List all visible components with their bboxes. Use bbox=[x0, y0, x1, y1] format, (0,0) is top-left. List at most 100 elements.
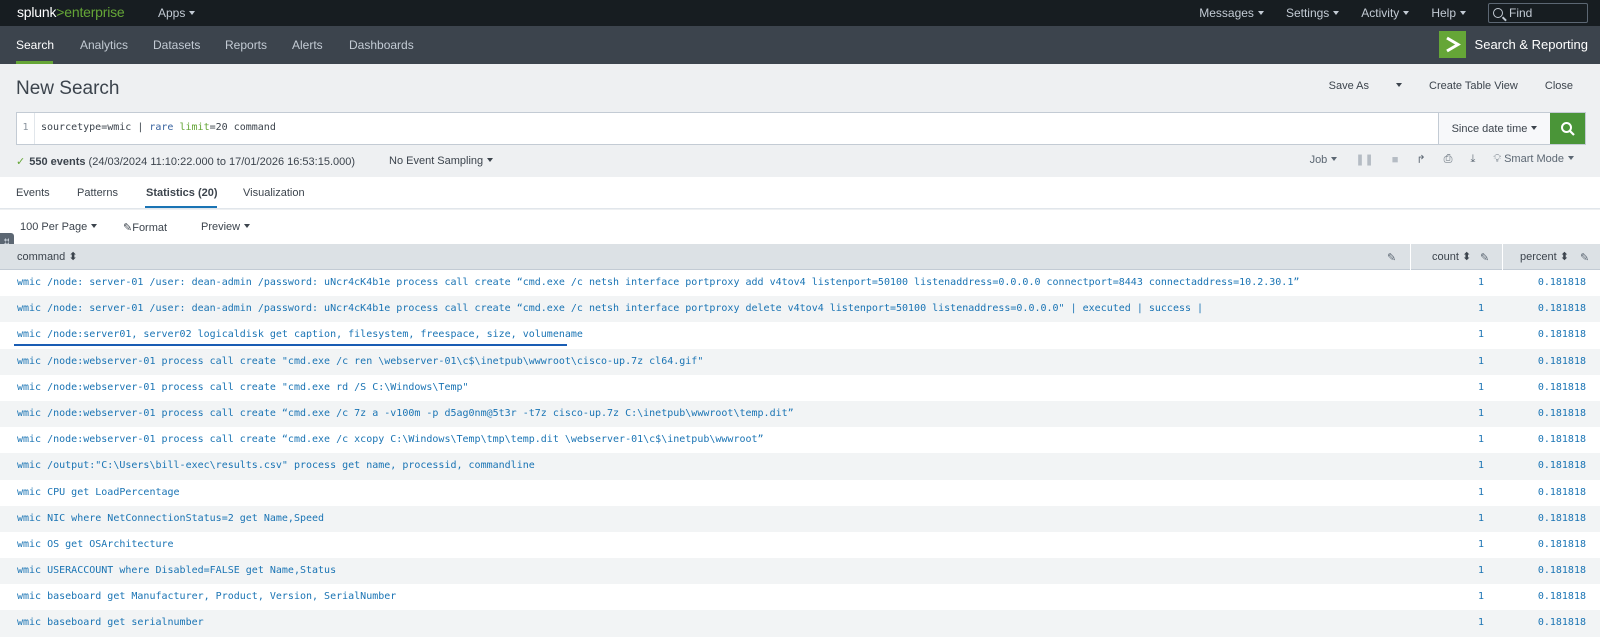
count-cell[interactable]: 1 bbox=[1478, 303, 1484, 314]
nav-alerts[interactable]: Alerts bbox=[292, 38, 323, 52]
percent-cell[interactable]: 0.181818 bbox=[1538, 487, 1586, 498]
search-button[interactable] bbox=[1550, 113, 1585, 144]
search-status: ✓ 550 events (24/03/2024 11:10:22.000 to … bbox=[16, 155, 355, 168]
find-input[interactable]: Find bbox=[1488, 3, 1588, 23]
command-cell[interactable]: wmic /node:webserver-01 process call cre… bbox=[17, 408, 794, 419]
command-cell[interactable]: wmic baseboard get Manufacturer, Product… bbox=[17, 591, 396, 602]
tab-events[interactable]: Events bbox=[16, 187, 50, 199]
percent-cell[interactable]: 0.181818 bbox=[1538, 434, 1586, 445]
logo-product: enterprise bbox=[64, 4, 125, 20]
percent-cell[interactable]: 0.181818 bbox=[1538, 382, 1586, 393]
table-row: wmic baseboard get Manufacturer, Product… bbox=[0, 584, 1600, 611]
percent-cell[interactable]: 0.181818 bbox=[1538, 303, 1586, 314]
percent-cell[interactable]: 0.181818 bbox=[1538, 617, 1586, 628]
statistics-table: command ⬍ ✎ count ⬍ ✎ percent ⬍ ✎ wmic /… bbox=[0, 244, 1600, 637]
command-cell[interactable]: wmic OS get OSArchitecture bbox=[17, 539, 174, 550]
count-cell[interactable]: 1 bbox=[1478, 329, 1484, 340]
count-cell[interactable]: 1 bbox=[1478, 382, 1484, 393]
percent-cell[interactable]: 0.181818 bbox=[1538, 356, 1586, 367]
percent-cell[interactable]: 0.181818 bbox=[1538, 591, 1586, 602]
column-divider bbox=[1502, 244, 1503, 270]
nav-search[interactable]: Search bbox=[16, 38, 54, 52]
command-cell[interactable]: wmic /output:"C:\Users\bill-exec\results… bbox=[17, 460, 535, 471]
per-page-dropdown[interactable]: 100 Per Page bbox=[20, 221, 98, 233]
format-button[interactable]: ✎Format bbox=[123, 221, 167, 234]
edit-column-icon[interactable]: ✎ bbox=[1580, 251, 1589, 264]
command-cell[interactable]: wmic /node:webserver-01 process call cre… bbox=[17, 434, 764, 445]
sort-icon: ⬍ bbox=[1461, 251, 1472, 263]
percent-cell[interactable]: 0.181818 bbox=[1538, 513, 1586, 524]
command-cell[interactable]: wmic CPU get LoadPercentage bbox=[17, 487, 180, 498]
close-button[interactable]: Close bbox=[1545, 80, 1573, 92]
count-cell[interactable]: 1 bbox=[1478, 356, 1484, 367]
chevron-down-icon bbox=[1403, 10, 1410, 15]
share-icon[interactable]: ↱ bbox=[1416, 153, 1425, 166]
save-as-button[interactable]: Save As bbox=[1302, 80, 1402, 92]
command-cell[interactable]: wmic baseboard get serialnumber bbox=[17, 617, 204, 628]
edit-column-icon[interactable]: ✎ bbox=[1387, 251, 1396, 264]
count-cell[interactable]: 1 bbox=[1478, 434, 1484, 445]
command-cell[interactable]: wmic /node: server-01 /user: dean-admin … bbox=[17, 277, 1299, 288]
command-cell[interactable]: wmic USERACCOUNT where Disabled=FALSE ge… bbox=[17, 565, 336, 576]
command-cell[interactable]: wmic /node:webserver-01 process call cre… bbox=[17, 382, 469, 393]
count-cell[interactable]: 1 bbox=[1478, 460, 1484, 471]
count-cell[interactable]: 1 bbox=[1478, 565, 1484, 576]
stop-icon[interactable]: ■ bbox=[1392, 154, 1399, 166]
print-icon[interactable]: ⎙ bbox=[1444, 153, 1453, 166]
pause-icon[interactable]: ❚❚ bbox=[1355, 153, 1373, 166]
app-title[interactable]: Search & Reporting bbox=[1438, 31, 1588, 58]
chevron-down-icon bbox=[1460, 10, 1466, 15]
column-header-percent[interactable]: percent ⬍ bbox=[1520, 250, 1569, 263]
count-header-label: count bbox=[1432, 251, 1459, 263]
format-label: Format bbox=[132, 222, 168, 234]
tab-patterns[interactable]: Patterns bbox=[77, 187, 118, 199]
activity-menu[interactable]: Activity bbox=[1361, 6, 1410, 20]
nav-dashboards[interactable]: Dashboards bbox=[349, 38, 414, 52]
count-cell[interactable]: 1 bbox=[1478, 277, 1484, 288]
messages-menu[interactable]: Messages bbox=[1199, 6, 1264, 20]
chevron-down-icon bbox=[1333, 10, 1340, 15]
help-menu[interactable]: Help bbox=[1431, 6, 1466, 20]
job-menu[interactable]: Job bbox=[1310, 154, 1338, 166]
edit-column-icon[interactable]: ✎ bbox=[1480, 251, 1489, 264]
command-cell[interactable]: wmic NIC where NetConnectionStatus=2 get… bbox=[17, 513, 324, 524]
column-header-count[interactable]: count ⬍ bbox=[1432, 250, 1471, 263]
nav-analytics[interactable]: Analytics bbox=[80, 38, 128, 52]
table-row: wmic /node:webserver-01 process call cre… bbox=[0, 374, 1600, 401]
column-header-command[interactable]: command ⬍ bbox=[17, 250, 78, 263]
percent-cell[interactable]: 0.181818 bbox=[1538, 329, 1586, 340]
query-command: rare bbox=[149, 122, 174, 133]
smart-mode-dropdown[interactable]: 💡︎ Smart Mode bbox=[1493, 153, 1574, 166]
event-sampling-dropdown[interactable]: No Event Sampling bbox=[389, 155, 494, 167]
chevron-down-icon bbox=[1531, 125, 1538, 130]
export-icon[interactable]: ⤓ bbox=[1470, 153, 1475, 166]
create-table-view-button[interactable]: Create Table View bbox=[1429, 80, 1518, 92]
percent-cell[interactable]: 0.181818 bbox=[1538, 539, 1586, 550]
query-text: sourcetype=wmic | bbox=[41, 122, 150, 133]
preview-dropdown[interactable]: Preview bbox=[201, 221, 251, 233]
nav-datasets[interactable]: Datasets bbox=[153, 38, 200, 52]
percent-cell[interactable]: 0.181818 bbox=[1538, 408, 1586, 419]
nav-reports[interactable]: Reports bbox=[225, 38, 267, 52]
app-nav-bar: Search Analytics Datasets Reports Alerts… bbox=[0, 26, 1600, 64]
apps-menu[interactable]: Apps bbox=[158, 6, 196, 20]
tab-statistics[interactable]: Statistics (20) bbox=[146, 187, 218, 199]
command-cell[interactable]: wmic /node:server01, server02 logicaldis… bbox=[17, 329, 583, 340]
command-cell[interactable]: wmic /node: server-01 /user: dean-admin … bbox=[17, 303, 1203, 314]
search-input[interactable]: sourcetype=wmic | rare limit=20 command bbox=[35, 113, 1438, 144]
percent-cell[interactable]: 0.181818 bbox=[1538, 565, 1586, 576]
count-cell[interactable]: 1 bbox=[1478, 617, 1484, 628]
splunk-logo[interactable]: splunk>enterprise bbox=[17, 4, 125, 20]
tab-visualization[interactable]: Visualization bbox=[243, 187, 305, 199]
settings-menu[interactable]: Settings bbox=[1286, 6, 1340, 20]
chevron-down-icon bbox=[1568, 156, 1574, 161]
count-cell[interactable]: 1 bbox=[1478, 408, 1484, 419]
count-cell[interactable]: 1 bbox=[1478, 591, 1484, 602]
count-cell[interactable]: 1 bbox=[1478, 487, 1484, 498]
time-range-picker[interactable]: Since date time bbox=[1438, 113, 1550, 144]
count-cell[interactable]: 1 bbox=[1478, 539, 1484, 550]
command-cell[interactable]: wmic /node:webserver-01 process call cre… bbox=[17, 356, 703, 367]
percent-cell[interactable]: 0.181818 bbox=[1538, 277, 1586, 288]
percent-cell[interactable]: 0.181818 bbox=[1538, 460, 1586, 471]
count-cell[interactable]: 1 bbox=[1478, 513, 1484, 524]
